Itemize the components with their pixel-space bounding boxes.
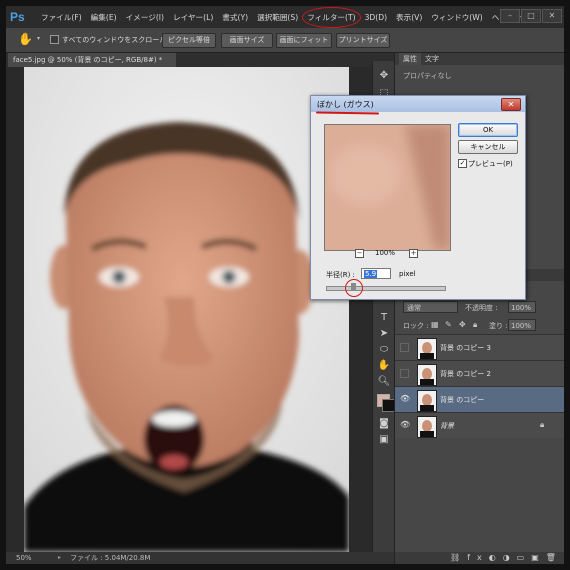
document-tab[interactable]: face5.jpg @ 50% (背景 のコピー, RGB/8#) * <box>8 53 176 67</box>
layer-name[interactable]: 背景 のコピー <box>440 395 484 405</box>
hand-tool-icon[interactable]: ✋ <box>377 359 391 372</box>
actual-pixels-button[interactable]: ピクセル等倍 <box>162 33 216 48</box>
menu-image[interactable]: イメージ(I) <box>126 12 164 23</box>
layers-empty-area <box>395 438 564 552</box>
hand-tool-icon[interactable]: ✋ <box>18 32 33 46</box>
fit-screen-button[interactable]: 画面サイズ <box>221 33 273 48</box>
scroll-all-label: すべてのウィンドウをスクロール <box>62 36 167 44</box>
eye-icon[interactable]: 👁︎ <box>400 421 410 429</box>
layer-thumbnail <box>417 364 437 386</box>
document-photo[interactable] <box>24 67 349 552</box>
layer-name[interactable]: 背景 のコピー 2 <box>440 369 491 379</box>
preview-label: プレビュー(P) <box>468 160 513 168</box>
radius-unit: pixel <box>399 270 416 278</box>
annotation-circle <box>345 279 363 297</box>
menu-type[interactable]: 書式(Y) <box>222 12 248 23</box>
blend-mode-select[interactable]: 通常 <box>403 301 458 313</box>
zoom-in-button[interactable]: + <box>409 249 418 258</box>
photoshop-logo: Ps <box>10 10 25 24</box>
lock-label: ロック : <box>403 322 429 330</box>
menu-layer[interactable]: レイヤー(L) <box>173 12 213 23</box>
move-tool-icon[interactable]: ✥ <box>377 69 391 82</box>
layer-row-selected[interactable]: 👁︎ 背景 のコピー <box>395 386 564 416</box>
dialog-close-button[interactable]: ✕ <box>501 98 521 111</box>
opacity-input[interactable]: 100% <box>508 301 536 313</box>
menu-3d[interactable]: 3D(D) <box>365 13 387 22</box>
fill-label: 塗り : <box>489 322 508 330</box>
layer-name[interactable]: 背景 <box>440 421 454 431</box>
layer-row[interactable]: 👁︎ 背景 🔒︎ <box>395 412 564 439</box>
quick-mask-icon[interactable]: ◙ <box>377 417 391 430</box>
ellipse-tool-icon[interactable]: ⬭ <box>377 343 391 356</box>
status-bar: 50% ▸ ファイル : 5.04M/20.8M <box>6 552 394 564</box>
dialog-title-bar[interactable]: ぼかし (ガウス) ✕ <box>311 96 525 112</box>
blur-preview[interactable] <box>324 124 451 251</box>
screen-mode-icon[interactable]: ▣ <box>377 433 391 446</box>
fill-input[interactable]: 100% <box>508 319 536 331</box>
layer-thumbnail <box>417 390 437 412</box>
options-bar: ✋ ▾ すべてのウィンドウをスクロール ピクセル等倍 画面サイズ 画面にフィット… <box>6 28 564 53</box>
maximize-button[interactable]: □ <box>521 9 541 23</box>
type-tool-icon[interactable]: T <box>377 311 391 324</box>
lock-move-icon[interactable]: ✥ <box>459 320 466 329</box>
cancel-button[interactable]: キャンセル <box>458 140 518 154</box>
gaussian-blur-dialog: ぼかし (ガウス) ✕ OK キャンセル ✓ プレビュー(P) − 100% +… <box>310 95 526 300</box>
tool-preset-chevron-icon[interactable]: ▾ <box>37 35 40 42</box>
lock-transparency-icon[interactable]: ▦ <box>431 320 439 329</box>
visibility-toggle-off[interactable] <box>400 369 409 378</box>
layers-footer-icons[interactable]: ⛓fx◐◑▭▣🗑︎ <box>395 552 564 564</box>
menu-select[interactable]: 選択範囲(S) <box>257 12 298 23</box>
layer-thumbnail <box>417 338 437 360</box>
visibility-toggle-off[interactable] <box>400 343 409 352</box>
menu-file[interactable]: ファイル(F) <box>41 12 82 23</box>
layer-row[interactable]: 背景 のコピー 3 <box>395 334 564 361</box>
skin-preview-image <box>325 125 450 250</box>
menu-edit[interactable]: 編集(E) <box>91 12 117 23</box>
scroll-all-checkbox[interactable] <box>50 35 59 44</box>
lock-all-icon[interactable]: 🔒︎ <box>473 320 477 330</box>
menu-window[interactable]: ウィンドウ(W) <box>431 12 482 23</box>
lock-paint-icon[interactable]: ✎ <box>445 320 452 329</box>
menu-bar: Ps ファイル(F) 編集(E) イメージ(I) レイヤー(L) 書式(Y) 選… <box>6 6 564 28</box>
blurred-face-photo <box>24 67 349 552</box>
menu-filter[interactable]: フィルター(T) <box>302 6 362 28</box>
layer-row[interactable]: 背景 のコピー 2 <box>395 360 564 387</box>
photoshop-window: Ps ファイル(F) 編集(E) イメージ(I) レイヤー(L) 書式(Y) 選… <box>6 6 564 564</box>
file-size-info: ファイル : 5.04M/20.8M <box>70 554 151 562</box>
dialog-title: ぼかし (ガウス) <box>317 100 374 109</box>
print-size-button[interactable]: プリントサイズ <box>336 33 390 48</box>
opacity-label: 不透明度 : <box>465 304 498 312</box>
path-selection-tool-icon[interactable]: ➤ <box>377 327 391 340</box>
radius-value: 5.9 <box>364 270 378 278</box>
zoom-tool-icon[interactable]: 🔍︎ <box>377 375 391 388</box>
fill-screen-button[interactable]: 画面にフィット <box>276 33 332 48</box>
eye-icon[interactable]: 👁︎ <box>400 395 410 403</box>
preview-zoom-value: 100% <box>375 249 396 257</box>
status-arrow-icon[interactable]: ▸ <box>58 552 61 564</box>
zoom-level[interactable]: 50% <box>16 552 32 564</box>
minimize-button[interactable]: – <box>500 9 520 23</box>
close-window-button[interactable]: ✕ <box>542 9 562 23</box>
zoom-out-button[interactable]: − <box>355 249 364 258</box>
preview-checkbox[interactable]: ✓ <box>458 159 467 168</box>
ok-button[interactable]: OK <box>458 123 518 137</box>
tab-character[interactable]: 文字 <box>421 53 443 65</box>
menu-view[interactable]: 表示(V) <box>396 12 422 23</box>
lock-icon: 🔒︎ <box>540 420 545 429</box>
radius-slider-track[interactable] <box>326 286 446 291</box>
tab-properties[interactable]: 属性 <box>399 53 421 65</box>
document-tab-strip: face5.jpg @ 50% (背景 のコピー, RGB/8#) * <box>6 53 394 67</box>
properties-message: プロパティなし <box>403 72 452 80</box>
layer-name[interactable]: 背景 のコピー 3 <box>440 343 491 353</box>
layer-thumbnail <box>417 416 437 438</box>
radius-input[interactable]: 5.9 <box>361 268 391 279</box>
